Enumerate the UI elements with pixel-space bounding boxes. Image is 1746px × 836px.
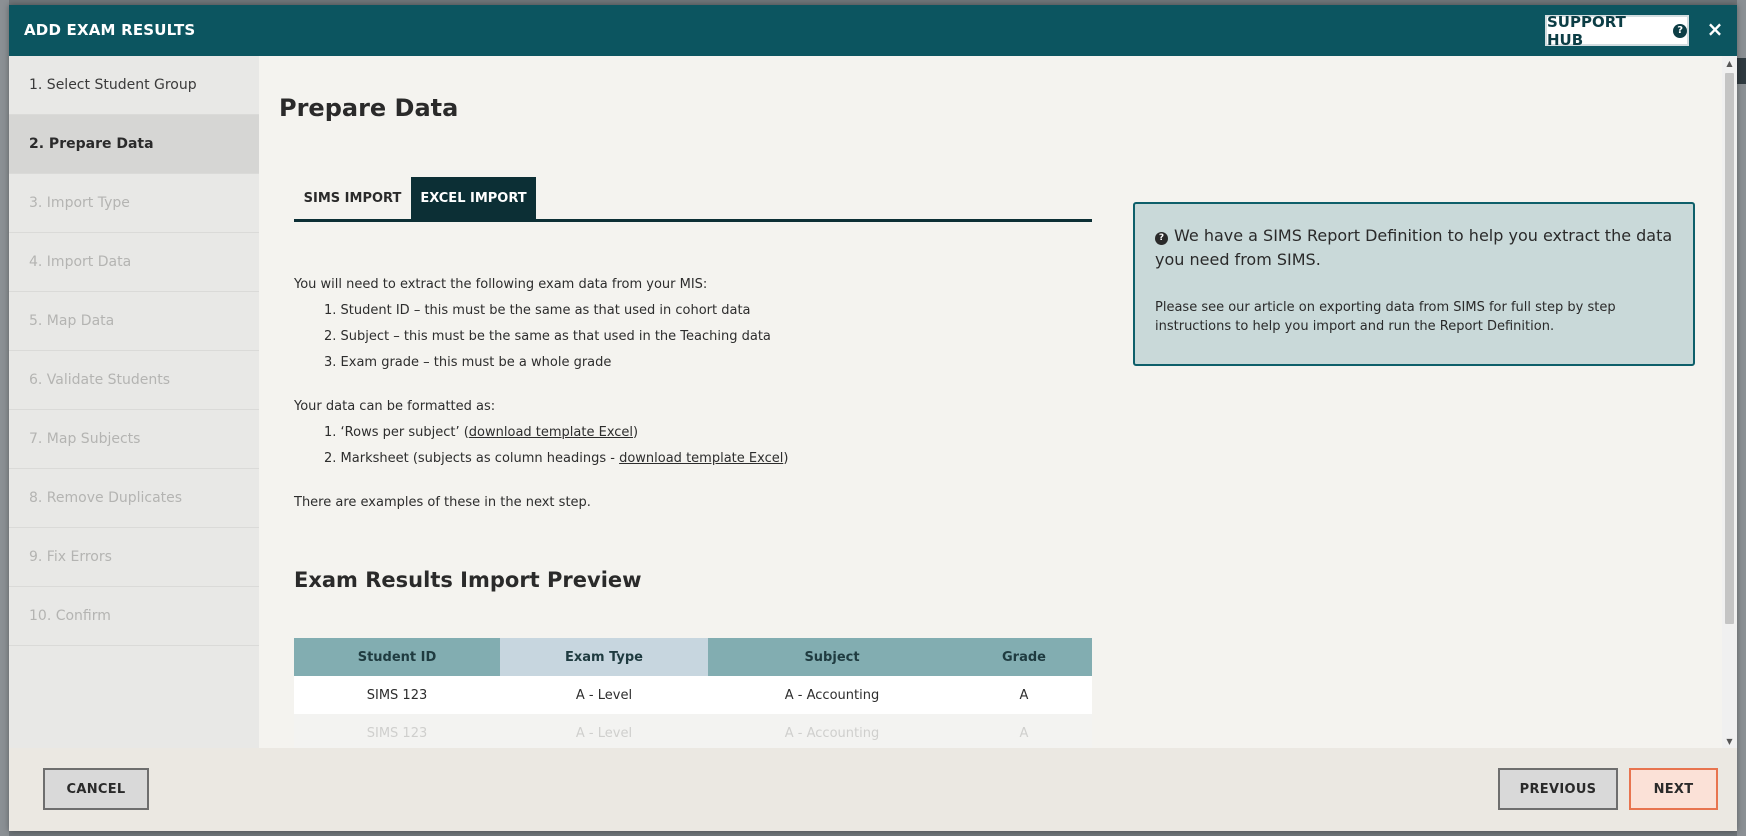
info-headline-text: We have a SIMS Report Definition to help… (1155, 226, 1673, 269)
tab-sims-import[interactable]: SIMS IMPORT (294, 177, 411, 219)
main-content: Prepare Data SIMS IMPORT EXCEL IMPORT Yo… (259, 56, 1722, 748)
scroll-thumb[interactable] (1725, 73, 1734, 624)
step-label: 9. Fix Errors (29, 549, 112, 565)
sidebar-step-prepare-data[interactable]: 2. Prepare Data (9, 115, 259, 174)
sidebar-step-fix-errors: 9. Fix Errors (9, 528, 259, 587)
sidebar-step-validate-students: 6. Validate Students (9, 351, 259, 410)
sidebar-step-select-student-group[interactable]: 1. Select Student Group (9, 56, 259, 115)
requirement-item: 1. Student ID – this must be the same as… (324, 303, 751, 318)
column-header-exam-type: Exam Type (500, 638, 708, 676)
step-label: 8. Remove Duplicates (29, 490, 183, 506)
table-cell: A - Accounting (784, 687, 880, 703)
tab-excel-import[interactable]: EXCEL IMPORT (411, 177, 536, 219)
sidebar-step-import-type: 3. Import Type (9, 174, 259, 233)
format-item-marksheet: 2. Marksheet (subjects as column heading… (324, 451, 788, 466)
sidebar-step-map-subjects: 7. Map Subjects (9, 410, 259, 469)
close-icon[interactable]: × (1703, 17, 1727, 41)
table-cell: A - Level (575, 687, 633, 703)
info-headline: ? We have a SIMS Report Definition to hel… (1155, 224, 1675, 272)
step-label: 4. Import Data (29, 254, 132, 270)
table-cell: A (1019, 725, 1029, 741)
background-left-strip (0, 0, 9, 836)
modal-footer: CANCEL PREVIOUS NEXT (9, 748, 1737, 831)
table-cell: A - Accounting (784, 725, 880, 741)
preview-title: Exam Results Import Preview (294, 568, 642, 592)
content-scrollbar[interactable]: ▲ ▼ (1722, 56, 1737, 748)
format-item-rows-per-subject: 1. ‘Rows per subject’ (download template… (324, 425, 638, 440)
format-item-prefix: 1. ‘Rows per subject’ ( (324, 425, 469, 440)
format-item-suffix: ) (633, 425, 639, 440)
step-label: 6. Validate Students (29, 372, 171, 388)
table-row: SIMS 123 A - Level A - Accounting A (294, 714, 1092, 748)
requirement-item: 3. Exam grade – this must be a whole gra… (324, 355, 612, 370)
table-header-row: Student ID Exam Type Subject Grade (294, 638, 1092, 676)
table-cell: A (1019, 687, 1029, 703)
download-template-link[interactable]: download template Excel (619, 451, 783, 466)
wizard-steps-sidebar: 1. Select Student Group 2. Prepare Data … (9, 56, 259, 748)
step-label: 10. Confirm (29, 608, 111, 624)
cancel-button[interactable]: CANCEL (43, 768, 149, 810)
column-header-subject: Subject (708, 638, 956, 676)
add-exam-results-modal: ADD EXAM RESULTS SUPPORT HUB ? × 1. Sele… (9, 5, 1737, 831)
format-item-suffix: ) (783, 451, 789, 466)
table-cell: SIMS 123 (366, 725, 428, 741)
sims-info-box: ? We have a SIMS Report Definition to hel… (1133, 202, 1695, 366)
column-header-grade: Grade (956, 638, 1092, 676)
table-cell: A - Level (575, 725, 633, 741)
sidebar-step-remove-duplicates: 8. Remove Duplicates (9, 469, 259, 528)
background-right-strip (1737, 0, 1746, 836)
requirement-item: 2. Subject – this must be the same as th… (324, 329, 771, 344)
sidebar-step-import-data: 4. Import Data (9, 233, 259, 292)
sidebar-step-confirm: 10. Confirm (9, 587, 259, 646)
examples-note: There are examples of these in the next … (294, 495, 591, 510)
step-label: 2. Prepare Data (29, 136, 154, 152)
table-row: SIMS 123 A - Level A - Accounting A (294, 676, 1092, 714)
step-label: 1. Select Student Group (29, 77, 197, 93)
question-circle-icon: ? (1673, 23, 1687, 38)
scroll-up-arrow-icon[interactable]: ▲ (1722, 56, 1737, 70)
step-label: 7. Map Subjects (29, 431, 141, 447)
previous-button[interactable]: PREVIOUS (1498, 768, 1618, 810)
download-template-link[interactable]: download template Excel (469, 425, 633, 440)
step-label: 5. Map Data (29, 313, 115, 329)
question-circle-icon: ? (1155, 231, 1168, 245)
support-hub-button[interactable]: SUPPORT HUB ? (1545, 12, 1689, 49)
format-item-prefix: 2. Marksheet (subjects as column heading… (324, 451, 620, 466)
background-stub (1737, 58, 1746, 84)
import-tabs: SIMS IMPORT EXCEL IMPORT (294, 177, 1092, 222)
modal-title: ADD EXAM RESULTS (24, 21, 196, 39)
info-body-text: Please see our article on exporting data… (1155, 300, 1616, 334)
support-hub-label: SUPPORT HUB (1547, 12, 1626, 49)
modal-header: ADD EXAM RESULTS SUPPORT HUB ? × (9, 5, 1737, 56)
intro-text: You will need to extract the following e… (294, 277, 708, 292)
step-label: 3. Import Type (29, 195, 130, 211)
table-cell: SIMS 123 (366, 687, 428, 703)
page-title: Prepare Data (279, 94, 459, 122)
format-intro-text: Your data can be formatted as: (294, 399, 496, 414)
column-header-student-id: Student ID (294, 638, 500, 676)
scroll-down-arrow-icon[interactable]: ▼ (1722, 734, 1737, 748)
sidebar-step-map-data: 5. Map Data (9, 292, 259, 351)
preview-table: Student ID Exam Type Subject Grade SIMS … (294, 638, 1092, 748)
next-button[interactable]: NEXT (1629, 768, 1718, 810)
